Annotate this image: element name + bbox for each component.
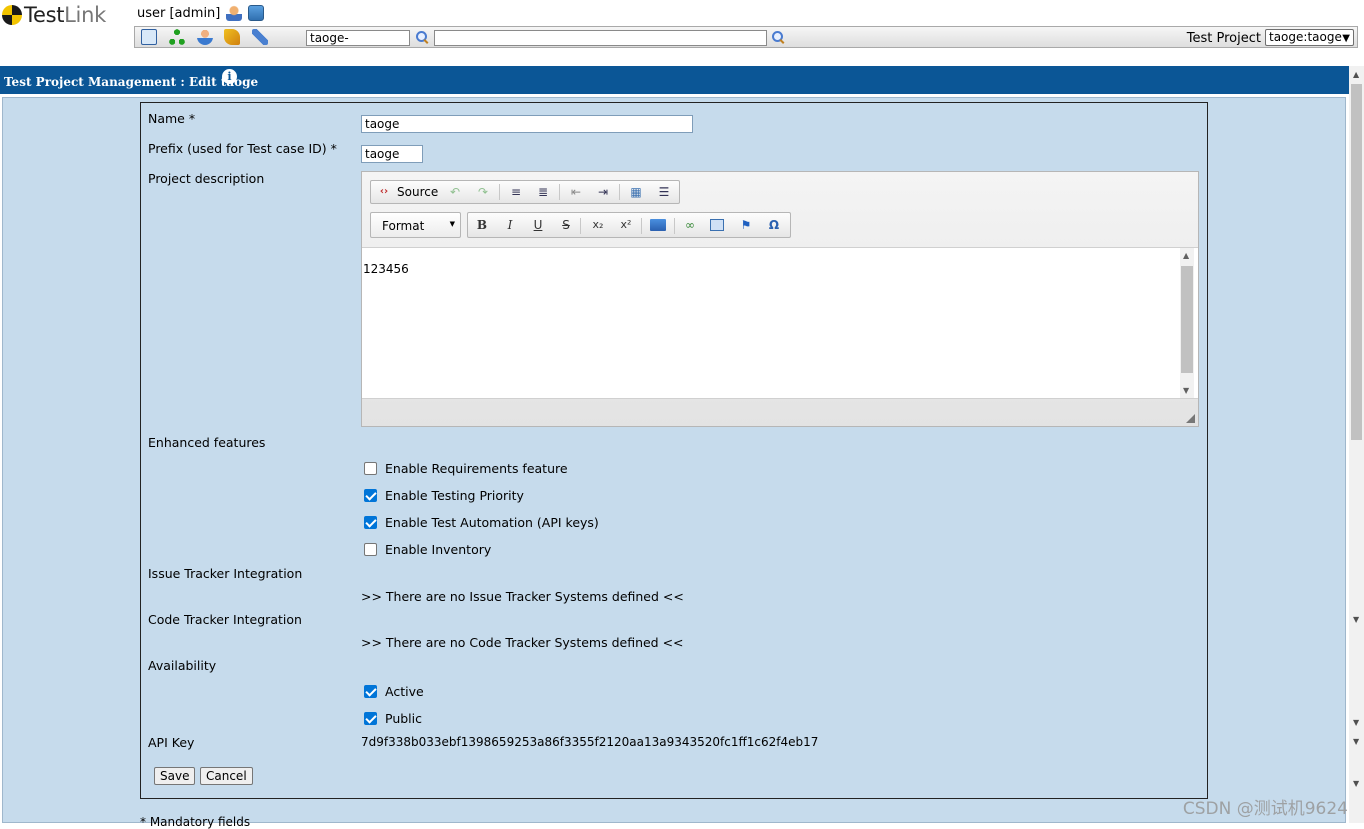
bold-icon[interactable]: B	[474, 218, 490, 232]
redo-icon[interactable]: ↷	[475, 185, 491, 199]
link-icon[interactable]: ∞	[682, 218, 698, 232]
feature-test-automation[interactable]: Enable Test Automation (API keys)	[364, 515, 599, 530]
italic-icon[interactable]: I	[502, 218, 518, 232]
description-label: Project description	[148, 171, 265, 186]
testlink-logo[interactable]: TestLink	[2, 2, 106, 28]
code-tracker-text: >> There are no Code Tracker Systems def…	[361, 635, 684, 650]
scroll-up-icon[interactable]: ▲	[1183, 251, 1189, 260]
page-title: Test Project Management : Edit taoge	[4, 75, 259, 89]
checkbox[interactable]	[364, 685, 377, 698]
test-project-select[interactable]: taoge:taoge ▼	[1265, 29, 1354, 46]
my-settings-icon[interactable]	[226, 5, 243, 21]
chevron-down-icon: ▼	[1342, 33, 1350, 44]
format-combo[interactable]: Format ▼	[370, 212, 461, 238]
bulleted-list-icon[interactable]: ≣	[535, 185, 551, 199]
scroll-down-icon[interactable]: ▼	[1183, 386, 1189, 395]
save-button[interactable]: Save	[154, 767, 196, 785]
availability-public[interactable]: Public	[364, 711, 422, 726]
source-icon[interactable]: ‹›	[376, 185, 392, 199]
user-name: user [admin]	[137, 5, 221, 21]
insert-image-icon[interactable]	[710, 219, 724, 231]
watermark: CSDN @测试机9624	[1182, 799, 1348, 819]
prefix-input[interactable]: taoge	[361, 145, 423, 163]
name-label: Name *	[148, 111, 196, 126]
superscript-icon[interactable]: x²	[618, 218, 634, 232]
resize-grip-icon[interactable]	[1186, 414, 1195, 423]
checkbox[interactable]	[364, 543, 377, 556]
page-scroll-thumb[interactable]	[1351, 84, 1362, 440]
scroll-down-icon[interactable]: ▼	[1353, 615, 1359, 624]
editor-scroll-thumb[interactable]	[1181, 266, 1193, 373]
logout-icon[interactable]	[248, 5, 265, 21]
issue-tracker-text: >> There are no Issue Tracker Systems de…	[361, 589, 684, 604]
global-search-icon[interactable]	[772, 31, 785, 44]
editor-text: 123456	[363, 262, 409, 276]
user-management-icon[interactable]	[197, 29, 213, 45]
issue-tracker-label: Issue Tracker Integration	[148, 566, 303, 581]
scroll-up-icon[interactable]: ▲	[1353, 70, 1359, 79]
undo-icon[interactable]: ↶	[447, 185, 463, 199]
mandatory-footnote: * Mandatory fields	[140, 815, 251, 829]
cancel-button[interactable]: Cancel	[200, 767, 253, 785]
info-icon[interactable]: i	[222, 69, 237, 84]
subscript-icon[interactable]: x₂	[590, 218, 606, 232]
test-spec-tree-icon[interactable]	[169, 29, 185, 45]
editor-toolbar-row2: B I U S x₂ x² ∞ ⚑ Ω	[467, 212, 791, 238]
outdent-icon[interactable]: ⇤	[568, 185, 584, 199]
indent-icon[interactable]: ⇥	[595, 185, 611, 199]
availability-active[interactable]: Active	[364, 684, 424, 699]
strikethrough-icon[interactable]: S	[558, 218, 574, 232]
checkbox[interactable]	[364, 516, 377, 529]
special-char-icon[interactable]: Ω	[766, 218, 782, 232]
api-key-label: API Key	[148, 735, 195, 750]
table-icon[interactable]: ▦	[628, 185, 644, 199]
editor-content-area[interactable]: 123456 ▲ ▼	[362, 247, 1198, 399]
events-icon[interactable]	[224, 29, 240, 45]
scroll-down-icon[interactable]: ▼	[1353, 779, 1359, 788]
main-toolbar: taoge- Test Project taoge:taoge ▼	[134, 26, 1358, 48]
global-search-input[interactable]	[434, 30, 767, 46]
chevron-down-icon: ▼	[449, 220, 455, 228]
checkbox[interactable]	[364, 712, 377, 725]
execute-icon[interactable]	[252, 29, 268, 45]
horizontal-line-icon[interactable]: ☰	[656, 185, 672, 199]
checkbox[interactable]	[364, 462, 377, 475]
search-testcase-icon[interactable]	[416, 31, 429, 44]
source-button[interactable]: Source	[397, 185, 438, 199]
feature-testing-priority[interactable]: Enable Testing Priority	[364, 488, 524, 503]
scroll-down-icon[interactable]: ▼	[1353, 718, 1359, 727]
image-icon[interactable]	[650, 219, 666, 231]
anchor-flag-icon[interactable]: ⚑	[738, 218, 754, 232]
description-editor: ‹› Source ↶ ↷ ≡ ≣ ⇤ ⇥ ▦ ☰ Format ▼ B I U…	[361, 171, 1199, 427]
home-icon[interactable]	[141, 29, 157, 45]
scroll-down-icon[interactable]: ▼	[1353, 737, 1359, 746]
page-scrollbar[interactable]: ▲ ▼ ▼ ▼ ▼	[1349, 66, 1364, 823]
checkbox[interactable]	[364, 489, 377, 502]
numbered-list-icon[interactable]: ≡	[508, 185, 524, 199]
page-title-bar: Test Project Management : Edit taoge i	[0, 66, 1349, 94]
availability-label: Availability	[148, 658, 217, 673]
user-info: user [admin]	[137, 5, 265, 21]
prefix-label: Prefix (used for Test case ID) *	[148, 141, 337, 156]
code-tracker-label: Code Tracker Integration	[148, 612, 302, 627]
feature-inventory[interactable]: Enable Inventory	[364, 542, 491, 557]
test-project-label: Test Project	[1186, 31, 1261, 46]
logo-mark-icon	[2, 5, 22, 25]
editor-toolbar-row1: ‹› Source ↶ ↷ ≡ ≣ ⇤ ⇥ ▦ ☰	[370, 180, 680, 204]
test-case-search-input[interactable]: taoge-	[306, 30, 410, 46]
api-key-value: 7d9f338b033ebf1398659253a86f3355f2120aa1…	[361, 735, 819, 749]
feature-requirements[interactable]: Enable Requirements feature	[364, 461, 568, 476]
enhanced-features-label: Enhanced features	[148, 435, 266, 450]
underline-icon[interactable]: U	[530, 218, 546, 232]
editor-scrollbar[interactable]: ▲ ▼	[1180, 248, 1194, 398]
name-input[interactable]: taoge	[361, 115, 693, 133]
